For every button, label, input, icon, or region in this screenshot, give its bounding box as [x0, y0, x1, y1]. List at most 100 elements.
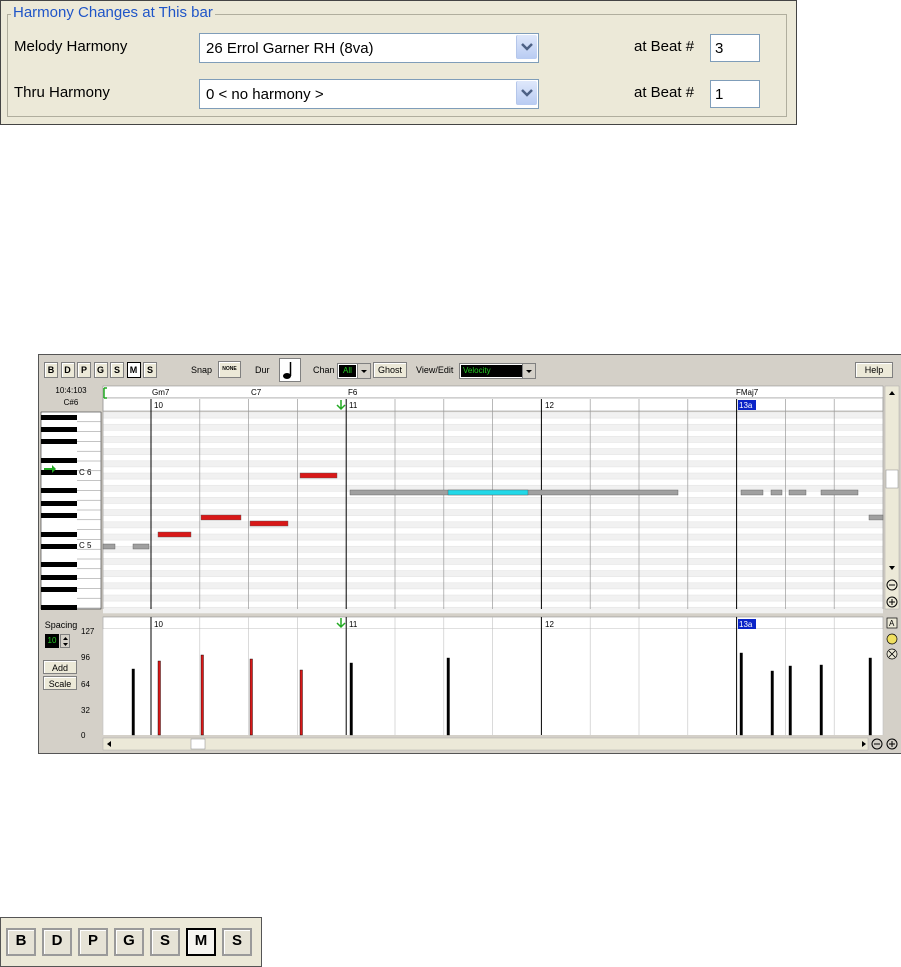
horizontal-scrollbar[interactable]: [102, 737, 869, 751]
melody-beat-label: at Beat #: [634, 38, 695, 55]
grid-row: [103, 448, 883, 455]
note-block[interactable]: [447, 489, 529, 496]
octave-label: C 5: [79, 541, 92, 550]
spacing-label: Spacing: [44, 620, 78, 630]
velocity-bar[interactable]: [868, 657, 872, 736]
black-key: [41, 513, 77, 518]
grid-row: [103, 424, 883, 431]
velocity-tick-label: 64: [81, 680, 90, 689]
bar-number: 13a: [739, 401, 753, 410]
note-block[interactable]: [820, 489, 859, 496]
black-key: [41, 562, 77, 567]
piano-roll-canvas[interactable]: Gm7 C7 F6 FMaj7 10 11 12 13a C 6 C 5 10 11 12 13a 127 9…: [39, 355, 901, 753]
black-key: [41, 427, 77, 432]
note-block[interactable]: [157, 531, 192, 538]
chord-label: FMaj7: [736, 388, 759, 397]
velocity-bar[interactable]: [446, 657, 450, 736]
chord-label: C7: [251, 388, 262, 397]
note-block[interactable]: [200, 514, 242, 521]
black-key: [41, 458, 77, 463]
grid-row: [103, 412, 883, 419]
black-key: [41, 587, 77, 592]
big-track-button-b-0[interactable]: B: [6, 928, 36, 956]
black-key: [41, 575, 77, 580]
note-block[interactable]: [102, 543, 116, 550]
velocity-tick-label: 0: [81, 731, 86, 740]
bar-number: 10: [154, 620, 163, 629]
velocity-bar[interactable]: [770, 670, 774, 736]
velocity-bar[interactable]: [249, 658, 253, 736]
black-key: [41, 532, 77, 537]
melody-beat-input[interactable]: 3: [710, 34, 760, 62]
velocity-bar[interactable]: [819, 664, 823, 736]
thru-harmony-select[interactable]: 0 < no harmony >: [199, 79, 539, 109]
big-track-button-m-5[interactable]: M: [186, 928, 216, 956]
grid-row: [103, 607, 883, 614]
vertical-scrollbar[interactable]: [884, 385, 900, 610]
bar-number: 12: [545, 401, 554, 410]
chord-strip: [102, 385, 884, 399]
grid-row: [103, 595, 883, 602]
note-block[interactable]: [868, 514, 884, 521]
note-block[interactable]: [249, 520, 289, 527]
bar-number: 11: [349, 620, 358, 629]
grid-row: [103, 436, 883, 443]
velocity-bar-strip: [102, 616, 884, 630]
velocity-bar[interactable]: [131, 668, 135, 736]
bar-number: 10: [154, 401, 163, 410]
black-key: [41, 470, 77, 475]
spacing-spinner[interactable]: 10: [45, 634, 71, 648]
h-zoom-in-plus: [889, 741, 895, 747]
grid-row: [103, 521, 883, 528]
grid-row: [103, 473, 883, 480]
note-block[interactable]: [740, 489, 764, 496]
black-key: [41, 544, 77, 549]
velocity-bar[interactable]: [788, 665, 792, 736]
melody-harmony-select[interactable]: 26 Errol Garner RH (8va): [199, 33, 539, 63]
note-block[interactable]: [788, 489, 807, 496]
track-button-bar: BDPGSMS: [0, 917, 262, 967]
spinner-arrows-icon[interactable]: [60, 634, 70, 648]
velocity-bar[interactable]: [200, 654, 204, 736]
grid-row: [103, 582, 883, 589]
add-button[interactable]: Add: [43, 660, 77, 674]
chevron-down-icon[interactable]: [516, 81, 537, 105]
chord-label: F6: [348, 388, 358, 397]
big-track-button-d-1[interactable]: D: [42, 928, 72, 956]
harmony-changes-panel: Harmony Changes at This bar Melody Harmo…: [0, 0, 797, 125]
velocity-grid: [103, 629, 883, 735]
velocity-bar[interactable]: [157, 660, 161, 736]
big-track-button-s-6[interactable]: S: [222, 928, 252, 956]
black-key: [41, 488, 77, 493]
bar-strip: [102, 397, 884, 412]
thru-harmony-value: 0 < no harmony >: [206, 86, 324, 103]
bar-number: 11: [349, 401, 358, 410]
grid-row: [103, 509, 883, 516]
note-block[interactable]: [770, 489, 783, 496]
thru-harmony-label: Thru Harmony: [14, 84, 110, 101]
melody-harmony-label: Melody Harmony: [14, 38, 128, 55]
chevron-down-icon[interactable]: [516, 35, 537, 59]
scale-button[interactable]: Scale: [43, 676, 77, 690]
velocity-bar[interactable]: [739, 652, 743, 736]
velocity-tick-label: 96: [81, 653, 90, 662]
melody-harmony-value: 26 Errol Garner RH (8va): [206, 40, 374, 57]
grid-row: [103, 497, 883, 504]
note-block[interactable]: [299, 472, 338, 479]
big-track-button-s-4[interactable]: S: [150, 928, 180, 956]
velocity-bar[interactable]: [299, 669, 303, 736]
velocity-tick-label: 32: [81, 706, 90, 715]
velocity-tick-label: 127: [81, 627, 95, 636]
thru-beat-input[interactable]: 1: [710, 80, 760, 108]
grid-row: [103, 546, 883, 553]
chord-label: Gm7: [152, 388, 170, 397]
h-scroll-thumb[interactable]: [190, 738, 206, 750]
big-track-button-g-3[interactable]: G: [114, 928, 144, 956]
piano-roll-window: BDPGSMS Snap NONE Dur Chan All Ghost Vie…: [38, 354, 901, 754]
scroll-thumb[interactable]: [885, 469, 899, 489]
note-block[interactable]: [132, 543, 150, 550]
big-track-button-p-2[interactable]: P: [78, 928, 108, 956]
grid-row: [103, 460, 883, 467]
velocity-bar[interactable]: [349, 662, 353, 736]
yellow-stop-icon[interactable]: [886, 633, 898, 645]
